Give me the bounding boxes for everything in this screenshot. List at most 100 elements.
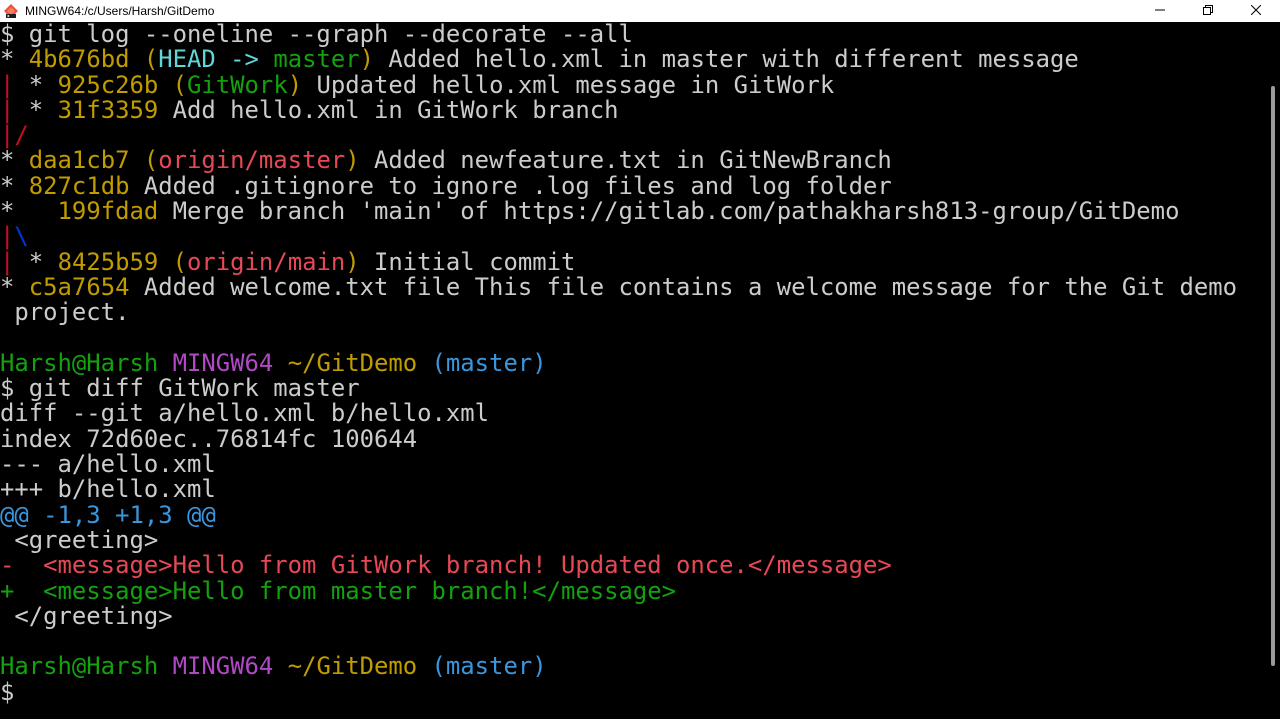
scrollbar-thumb[interactable] bbox=[1271, 86, 1275, 666]
terminal-text: * bbox=[0, 171, 29, 200]
terminal-text: index 72d60ec..76814fc 100644 bbox=[0, 424, 418, 453]
terminal-line: project. bbox=[0, 300, 1266, 325]
terminal-line: $ git log --oneline --graph --decorate -… bbox=[0, 22, 1266, 47]
terminal-text: $ bbox=[0, 677, 29, 706]
terminal-line: | * 31f3359 Add hello.xml in GitWork bra… bbox=[0, 95, 1266, 124]
minimize-button[interactable] bbox=[1136, 0, 1184, 22]
terminal-line: $ bbox=[0, 677, 1266, 706]
terminal-text: (master) bbox=[417, 652, 547, 681]
title-bar[interactable]: MINGW64:/c/Users/Harsh/GitDemo bbox=[0, 0, 1280, 22]
terminal-text: @@ -1,3 +1,3 @@ bbox=[0, 500, 216, 529]
terminal-text: Added .gitignore to ignore .log files an… bbox=[129, 171, 892, 200]
terminal-text: Added welcome.txt file This file contain… bbox=[129, 272, 1237, 301]
terminal-text: c5a7654 bbox=[28, 272, 130, 301]
terminal-output[interactable]: $ git log --oneline --graph --decorate -… bbox=[0, 22, 1266, 719]
vertical-scrollbar[interactable] bbox=[1266, 22, 1280, 719]
terminal-text: diff --git a/hello.xml b/hello.xml bbox=[0, 399, 490, 428]
terminal-text: Add hello.xml in GitWork branch bbox=[158, 95, 619, 124]
terminal-line: <greeting> bbox=[0, 525, 1266, 554]
terminal-line: index 72d60ec..76814fc 100644 bbox=[0, 424, 1266, 453]
git-bash-icon bbox=[3, 3, 19, 19]
terminal-text: $ git diff GitWork master bbox=[0, 374, 360, 403]
terminal-text: ~/GitDemo bbox=[287, 348, 418, 377]
terminal-text: MINGW64 bbox=[172, 348, 288, 377]
terminal-text: \ bbox=[14, 222, 29, 251]
terminal-text: daa1cb7 ( bbox=[28, 146, 159, 175]
terminal-text: | bbox=[0, 70, 29, 99]
terminal-text: * bbox=[0, 45, 29, 74]
minimize-icon bbox=[1155, 4, 1165, 18]
terminal-text: * bbox=[28, 247, 58, 276]
terminal-line: Harsh@Harsh MINGW64 ~/GitDemo (master) bbox=[0, 348, 1266, 377]
terminal-text: 31f3359 bbox=[57, 95, 159, 124]
terminal-text: Harsh@Harsh bbox=[0, 348, 173, 377]
terminal-text: 827c1db bbox=[28, 171, 130, 200]
terminal-text: * bbox=[28, 70, 58, 99]
terminal-text: </greeting> bbox=[0, 601, 173, 630]
terminal-text: | bbox=[0, 222, 15, 251]
terminal-line: + <message>Hello from master branch!</me… bbox=[0, 576, 1266, 605]
window-controls bbox=[1136, 0, 1280, 22]
restore-icon bbox=[1203, 4, 1213, 18]
terminal-text: * bbox=[0, 146, 29, 175]
terminal-text: - <message>Hello from GitWork branch! Up… bbox=[0, 551, 892, 580]
terminal-text: 199fdad bbox=[57, 197, 159, 226]
terminal-text: ) bbox=[359, 45, 375, 74]
terminal-text: |/ bbox=[0, 121, 29, 150]
terminal-text: | bbox=[0, 95, 29, 124]
restore-button[interactable] bbox=[1184, 0, 1232, 22]
terminal-line: * 199fdad Merge branch 'main' of https:/… bbox=[0, 197, 1266, 226]
terminal-line: @@ -1,3 +1,3 @@ bbox=[0, 500, 1266, 529]
terminal-line: |/ bbox=[0, 123, 1266, 148]
terminal-line: * 4b676bd (HEAD -> master) Added hello.x… bbox=[0, 47, 1266, 72]
terminal-line: * daa1cb7 (origin/master) Added newfeatu… bbox=[0, 148, 1266, 173]
terminal-text: 8425b59 ( bbox=[57, 247, 188, 276]
close-icon bbox=[1250, 4, 1262, 18]
terminal-text: Merge branch 'main' of https://gitlab.co… bbox=[158, 197, 1180, 226]
terminal-text: ) bbox=[345, 146, 360, 175]
terminal-line: * c5a7654 Added welcome.txt file This fi… bbox=[0, 272, 1266, 301]
terminal-line: | * 925c26b (GitWork) Updated hello.xml … bbox=[0, 70, 1266, 99]
close-button[interactable] bbox=[1232, 0, 1280, 22]
terminal-text: project. bbox=[0, 298, 130, 327]
terminal-text: Initial commit bbox=[359, 247, 576, 276]
terminal-text: MINGW64 bbox=[172, 652, 288, 681]
terminal-line: | * 8425b59 (origin/main) Initial commit bbox=[0, 247, 1266, 276]
terminal-line: - <message>Hello from GitWork branch! Up… bbox=[0, 553, 1266, 578]
terminal-text: ~/GitDemo bbox=[287, 652, 418, 681]
terminal-text: 4b676bd ( bbox=[28, 45, 159, 74]
terminal-text: master bbox=[273, 45, 360, 74]
terminal-line: $ git diff GitWork master bbox=[0, 376, 1266, 401]
terminal-line: +++ b/hello.xml bbox=[0, 477, 1266, 502]
terminal-text: * bbox=[0, 272, 29, 301]
terminal-text: origin/main bbox=[187, 247, 346, 276]
terminal-text: | bbox=[0, 247, 29, 276]
terminal-text: GitWork bbox=[187, 70, 288, 99]
terminal-text: HEAD -> bbox=[158, 45, 274, 74]
terminal-line: --- a/hello.xml bbox=[0, 450, 1266, 479]
terminal-text: Harsh@Harsh bbox=[0, 652, 173, 681]
terminal-line: diff --git a/hello.xml b/hello.xml bbox=[0, 401, 1266, 426]
terminal-text: + <message>Hello from master branch!</me… bbox=[0, 576, 677, 605]
terminal-text: * bbox=[28, 95, 58, 124]
terminal-text: <greeting> bbox=[0, 525, 159, 554]
terminal-text: Added newfeature.txt in GitNewBranch bbox=[359, 146, 892, 175]
terminal-line: </greeting> bbox=[0, 601, 1266, 630]
window-title: MINGW64:/c/Users/Harsh/GitDemo bbox=[25, 4, 215, 18]
terminal-text: origin/master bbox=[158, 146, 346, 175]
terminal-text: ) bbox=[345, 247, 360, 276]
terminal-line: * 827c1db Added .gitignore to ignore .lo… bbox=[0, 171, 1266, 200]
terminal-text: Added hello.xml in master with different… bbox=[374, 45, 1079, 74]
terminal-text: Updated hello.xml message in GitWork bbox=[302, 70, 835, 99]
terminal-line: |\ bbox=[0, 224, 1266, 249]
terminal-text: ) bbox=[287, 70, 303, 99]
terminal-text: * bbox=[0, 197, 58, 226]
terminal-text: 925c26b ( bbox=[57, 70, 188, 99]
terminal-text: (master) bbox=[417, 348, 547, 377]
terminal-text: --- a/hello.xml bbox=[0, 450, 216, 479]
terminal-line: Harsh@Harsh MINGW64 ~/GitDemo (master) bbox=[0, 654, 1266, 679]
terminal-text: $ git log --oneline --graph --decorate -… bbox=[0, 22, 633, 48]
terminal-text: +++ b/hello.xml bbox=[0, 475, 216, 504]
